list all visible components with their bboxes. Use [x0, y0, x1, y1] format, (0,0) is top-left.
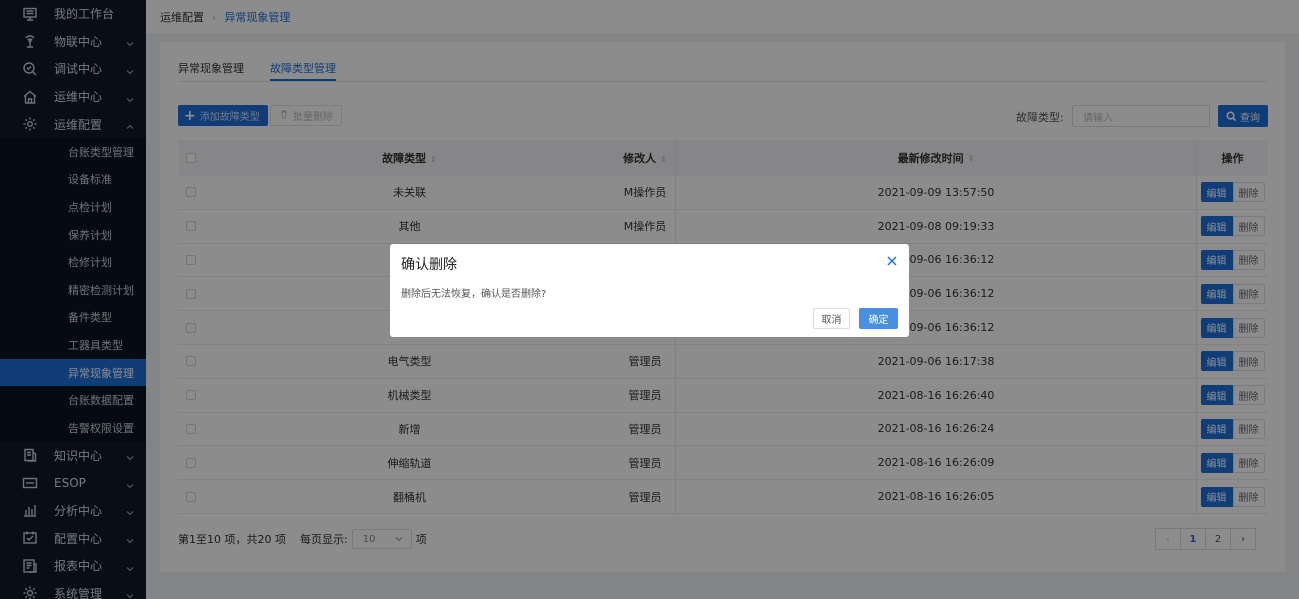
cancel-button[interactable]: 取消 — [813, 308, 850, 329]
dialog-message: 删除后无法恢复，确认是否删除? — [401, 289, 547, 300]
confirm-delete-dialog: 确认删除 删除后无法恢复，确认是否删除? 取消 确定 — [390, 244, 909, 337]
dialog-title: 确认删除 — [401, 257, 457, 273]
confirm-button[interactable]: 确定 — [859, 308, 898, 329]
close-icon[interactable] — [887, 255, 897, 266]
